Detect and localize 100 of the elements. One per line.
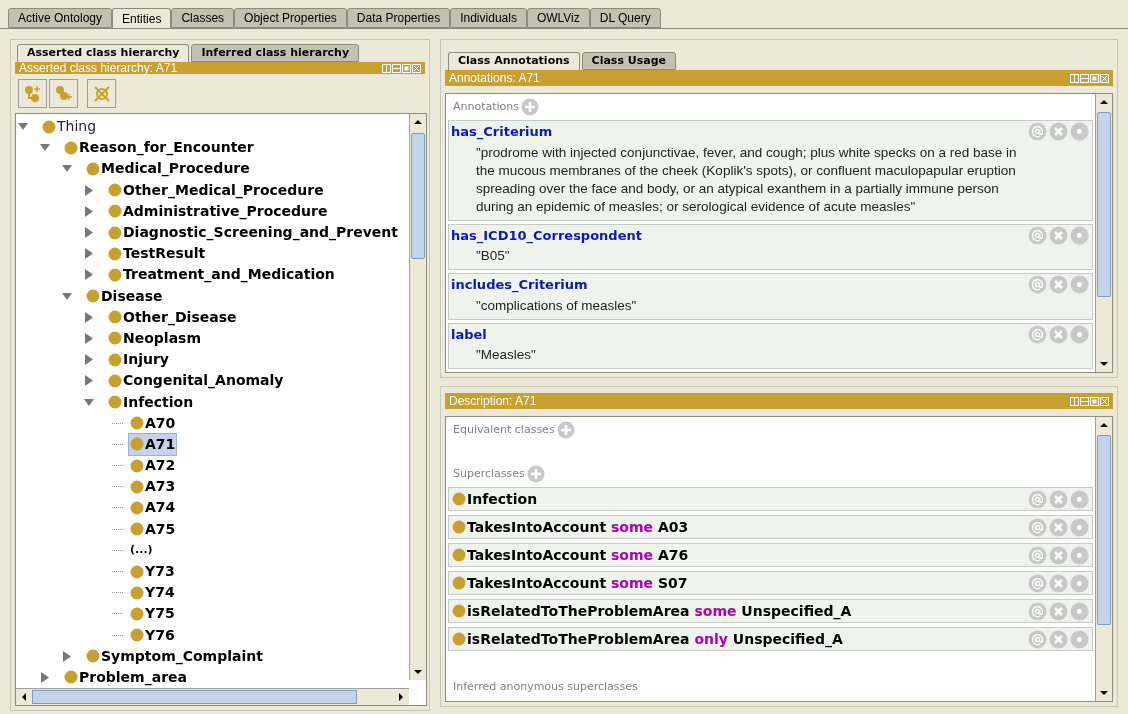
delete-icon[interactable]: [1049, 122, 1068, 141]
collapsed-arrow-icon[interactable]: [40, 671, 51, 683]
tab[interactable]: OWLViz: [526, 8, 590, 28]
close-icon[interactable]: [1100, 73, 1109, 83]
tree-item[interactable]: A70: [128, 411, 178, 435]
close-icon[interactable]: [1100, 396, 1109, 406]
tree-item[interactable]: Y76: [128, 623, 177, 647]
tree-item[interactable]: Reason_for_Encounter: [62, 136, 256, 160]
annotate-icon[interactable]: [1028, 122, 1047, 141]
tree-item[interactable]: Treatment_and_Medication: [106, 263, 337, 287]
scroll-thumb[interactable]: [32, 690, 357, 705]
tab[interactable]: Class Usage: [581, 52, 676, 70]
superclass-row[interactable]: TakesIntoAccount some A03: [448, 515, 1093, 539]
add-icon[interactable]: [526, 465, 545, 483]
annotate-icon[interactable]: [1028, 517, 1047, 537]
delete-icon[interactable]: [1049, 517, 1068, 537]
collapsed-arrow-icon[interactable]: [84, 205, 95, 217]
add-icon[interactable]: [556, 421, 575, 439]
delete-icon[interactable]: [1049, 601, 1068, 621]
tree-item[interactable]: Disease: [84, 284, 165, 308]
scroll-thumb[interactable]: [411, 133, 425, 259]
add-icon[interactable]: [521, 98, 540, 116]
tree-item[interactable]: Congenital_Anomaly: [106, 369, 286, 393]
tree-item[interactable]: Other_Disease: [106, 305, 239, 329]
superclass-row[interactable]: isRelatedToTheProblemArea only Unspecified_A: [448, 627, 1093, 651]
tree-item[interactable]: Thing: [40, 115, 99, 139]
tab[interactable]: Object Properties: [234, 8, 347, 28]
superclass-row[interactable]: Infection: [448, 487, 1093, 511]
tree-item[interactable]: Y75: [128, 602, 177, 626]
tree-item[interactable]: A74: [128, 496, 178, 520]
expanded-arrow-icon[interactable]: [62, 290, 73, 302]
tab[interactable]: Active Ontology: [8, 8, 113, 28]
collapsed-arrow-icon[interactable]: [84, 311, 95, 323]
tab[interactable]: Class Annotations: [448, 52, 580, 70]
tree-item[interactable]: Medical_Procedure: [84, 157, 252, 181]
tree-item[interactable]: TestResult: [106, 242, 208, 266]
annotate-icon[interactable]: [1028, 629, 1047, 649]
collapsed-arrow-icon[interactable]: [84, 227, 95, 239]
annotate-icon[interactable]: [1028, 324, 1047, 344]
tree-item[interactable]: Y74: [128, 581, 177, 605]
collapsed-arrow-icon[interactable]: [84, 269, 95, 281]
scroll-thumb[interactable]: [1097, 435, 1111, 625]
split-view-icon[interactable]: [1070, 396, 1079, 406]
horizontal-scrollbar[interactable]: [16, 688, 409, 706]
delete-icon[interactable]: [1049, 629, 1068, 649]
superclass-row[interactable]: TakesIntoAccount some S07: [448, 571, 1093, 595]
collapsed-arrow-icon[interactable]: [84, 248, 95, 260]
maximize-icon[interactable]: [402, 63, 411, 73]
vertical-scrollbar[interactable]: [409, 114, 426, 680]
delete-icon[interactable]: [1049, 225, 1068, 245]
split-view-icon[interactable]: [1070, 73, 1079, 83]
tree-item[interactable]: Injury: [106, 348, 171, 372]
collapsed-arrow-icon[interactable]: [84, 354, 95, 366]
split-view-icon[interactable]: [382, 63, 391, 73]
annotate-icon[interactable]: [1028, 489, 1047, 509]
tab[interactable]: Asserted class hierarchy: [17, 44, 190, 62]
tree-item[interactable]: Problem_area: [62, 665, 189, 689]
tab[interactable]: Inferred class hierarchy: [191, 44, 360, 62]
delete-icon[interactable]: [1049, 275, 1068, 294]
tree-item[interactable]: Neoplasm: [106, 326, 204, 350]
collapsed-arrow-icon[interactable]: [84, 375, 95, 387]
tree-item[interactable]: Infection: [106, 390, 196, 414]
tree-item[interactable]: A73: [128, 475, 178, 499]
tree-item[interactable]: Administrative_Procedure: [106, 199, 330, 223]
annotation-row[interactable]: has_ICD10_Correspondent "B05": [448, 223, 1093, 270]
tree-item[interactable]: Y73: [128, 560, 177, 584]
annotate-icon[interactable]: [1028, 275, 1047, 294]
add-subclass-button[interactable]: [18, 79, 47, 108]
vertical-scrollbar[interactable]: [1095, 417, 1112, 701]
delete-icon[interactable]: [1049, 324, 1068, 344]
collapsed-arrow-icon[interactable]: [62, 650, 73, 662]
tree-item[interactable]: Symptom_Complaint: [84, 644, 265, 668]
delete-class-button[interactable]: [87, 79, 116, 108]
tab[interactable]: Data Properties: [346, 8, 451, 28]
scroll-thumb[interactable]: [1097, 112, 1111, 297]
expanded-arrow-icon[interactable]: [84, 396, 95, 408]
tab[interactable]: Classes: [171, 8, 235, 28]
tab[interactable]: DL Query: [589, 8, 661, 28]
delete-icon[interactable]: [1049, 545, 1068, 565]
tree-item[interactable]: Other_Medical_Procedure: [106, 178, 326, 202]
tree-item[interactable]: A72: [128, 454, 178, 478]
close-icon[interactable]: [412, 63, 421, 73]
tree-item[interactable]: A71: [128, 432, 178, 456]
superclass-row[interactable]: isRelatedToTheProblemArea some Unspecified_A: [448, 599, 1093, 623]
annotation-row[interactable]: [448, 120, 1093, 221]
annotation-row[interactable]: includes_Criterium "complications of measles": [448, 273, 1093, 320]
minimize-icon[interactable]: [392, 63, 401, 73]
minimize-icon[interactable]: [1080, 73, 1089, 83]
annotate-icon[interactable]: [1028, 601, 1047, 621]
superclass-row[interactable]: TakesIntoAccount some A76: [448, 543, 1093, 567]
annotation-row[interactable]: label "Measles": [448, 322, 1093, 369]
vertical-scrollbar[interactable]: [1095, 94, 1112, 372]
annotate-icon[interactable]: [1028, 225, 1047, 245]
maximize-icon[interactable]: [1090, 73, 1099, 83]
collapsed-arrow-icon[interactable]: [84, 332, 95, 344]
tab[interactable]: Entities: [112, 8, 172, 28]
tab[interactable]: Individuals: [450, 8, 527, 28]
tree-item[interactable]: (...): [128, 541, 155, 560]
add-sibling-button[interactable]: [49, 79, 78, 108]
annotate-icon[interactable]: [1028, 573, 1047, 593]
